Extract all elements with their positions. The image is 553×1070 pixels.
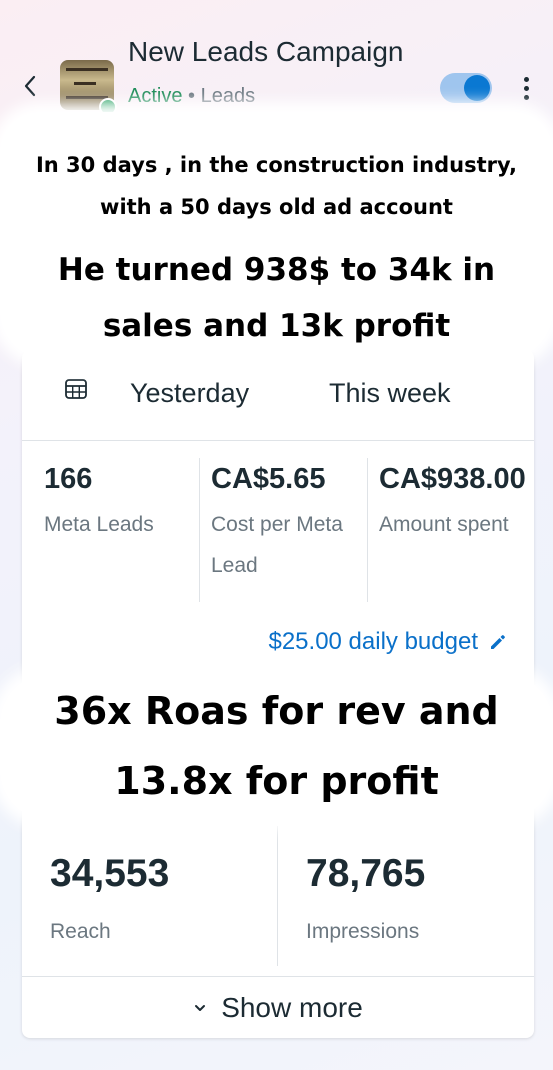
metric-value: 166 <box>44 463 93 495</box>
show-more-button[interactable]: Show more <box>22 976 534 1039</box>
divider <box>199 458 200 602</box>
separator-dot: • <box>188 85 196 107</box>
metric-impressions: 78,765 Impressions <box>306 846 425 944</box>
caption-result: He turned 938$ to 34k in sales and 13k p… <box>57 252 496 344</box>
chevron-down-icon <box>195 1005 206 1011</box>
objective-label: Leads <box>200 85 256 107</box>
metric-meta-leads: 166 Meta Leads <box>44 454 194 545</box>
date-range-tabs: Yesterday This week <box>22 350 534 441</box>
metric-cost-per-lead: CA$5.65 Cost per Meta Lead <box>211 454 361 586</box>
reach-value: 34,553 <box>50 852 170 895</box>
metric-reach: 34,553 Reach <box>50 846 169 944</box>
reach-label: Reach <box>50 920 111 943</box>
metric-value: CA$5.65 <box>211 463 326 495</box>
caption-roas: 36x Roas for rev and 13.8x for profit <box>54 689 499 803</box>
metric-label: Amount spent <box>379 513 509 536</box>
campaign-header: New Leads Campaign Active • Leads <box>0 0 553 116</box>
metric-amount-spent: CA$938.00 Amount spent <box>379 454 529 545</box>
pencil-icon <box>491 635 505 649</box>
metric-label: Cost per Meta Lead <box>211 513 343 577</box>
chevron-left-icon <box>24 75 36 97</box>
campaign-title: New Leads Campaign <box>128 36 404 67</box>
toggle-knob <box>464 75 490 101</box>
caption-context: In 30 days , in the construction industr… <box>35 153 518 219</box>
metric-value: CA$938.00 <box>379 463 526 495</box>
divider <box>367 458 368 602</box>
status-label: Active <box>128 85 183 107</box>
impressions-value: 78,765 <box>306 852 426 895</box>
metric-label: Meta Leads <box>44 513 154 536</box>
tab-yesterday[interactable]: Yesterday <box>130 378 249 409</box>
campaign-toggle[interactable] <box>440 73 492 103</box>
show-more-label: Show more <box>221 992 363 1023</box>
more-options-button[interactable] <box>512 70 540 106</box>
daily-budget-label: $25.00 daily budget <box>268 628 478 655</box>
back-button[interactable] <box>14 70 46 102</box>
campaign-subtitle: Active • Leads <box>128 85 255 108</box>
divider <box>277 826 278 966</box>
daily-budget-link[interactable]: $25.00 daily budget <box>268 628 508 656</box>
calendar-icon[interactable] <box>64 377 88 401</box>
tab-this-week[interactable]: This week <box>329 378 451 409</box>
more-vertical-icon <box>523 76 529 82</box>
impressions-label: Impressions <box>306 920 420 943</box>
